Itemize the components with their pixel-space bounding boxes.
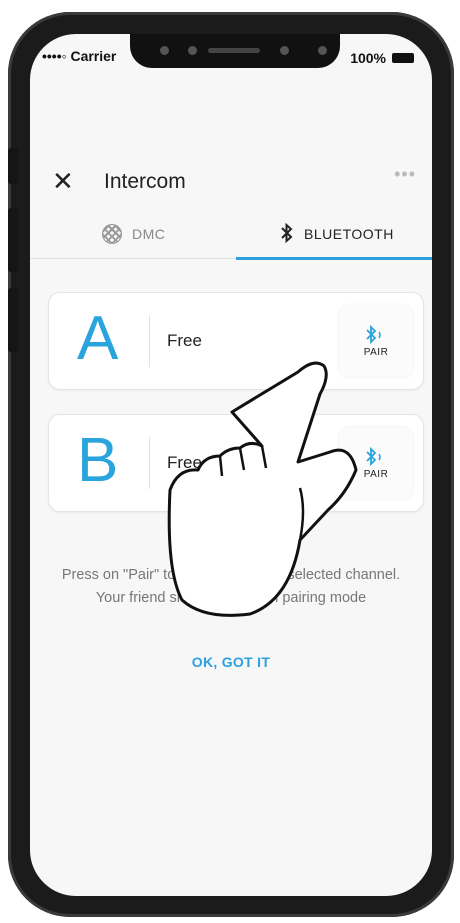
ok-got-it-button[interactable]: OK, GOT IT — [30, 654, 432, 670]
pairing-instructions: Press on "Pair" to add a friend into sel… — [61, 567, 401, 606]
volume-down-button — [8, 288, 18, 352]
channel-status: Free — [167, 453, 202, 472]
tab-bluetooth[interactable]: BLUETOOTH — [280, 212, 394, 256]
speaker-grille — [208, 48, 260, 53]
tab-bar: DMC BLUETOOTH — [30, 212, 432, 260]
dmc-icon — [102, 224, 122, 244]
channel-card-a: A Free PAIR — [48, 292, 424, 390]
sensor-dot — [160, 46, 169, 55]
volume-up-button — [8, 208, 18, 272]
tab-bluetooth-label: BLUETOOTH — [304, 226, 394, 242]
bluetooth-pair-icon — [365, 446, 387, 467]
pair-label: PAIR — [363, 468, 389, 480]
divider — [149, 315, 150, 367]
channel-letter: B — [77, 426, 119, 495]
sensor-dot — [318, 46, 327, 55]
battery-status: 100% — [350, 48, 414, 68]
tab-dmc-label: DMC — [132, 226, 166, 242]
app-header: ✕ Intercom ••• — [30, 160, 432, 204]
bluetooth-pair-icon — [365, 324, 387, 345]
battery-icon — [392, 53, 414, 63]
more-icon[interactable]: ••• — [394, 164, 416, 185]
notch — [130, 34, 340, 68]
close-icon[interactable]: ✕ — [52, 166, 74, 197]
pair-label: PAIR — [363, 346, 389, 358]
pair-button-b[interactable]: PAIR — [339, 427, 413, 499]
sensor-dot — [188, 46, 197, 55]
phone-screen: ••••◦ Carrier 100% ✕ Intercom ••• DMC BL… — [30, 34, 432, 896]
divider — [149, 437, 150, 489]
phone-frame: ••••◦ Carrier 100% ✕ Intercom ••• DMC BL… — [8, 12, 454, 917]
tab-dmc[interactable]: DMC — [102, 212, 165, 256]
carrier-label: ••••◦ Carrier — [42, 48, 117, 64]
channel-status: Free — [167, 331, 202, 350]
page-title: Intercom — [104, 170, 186, 193]
active-tab-indicator — [236, 257, 432, 260]
bluetooth-icon — [280, 222, 294, 246]
battery-percent: 100% — [350, 50, 386, 66]
camera-dot — [280, 46, 289, 55]
pair-button-a[interactable]: PAIR — [339, 305, 413, 377]
channel-letter: A — [77, 304, 119, 373]
channel-card-b: B Free PAIR — [48, 414, 424, 512]
mute-switch — [8, 148, 18, 184]
